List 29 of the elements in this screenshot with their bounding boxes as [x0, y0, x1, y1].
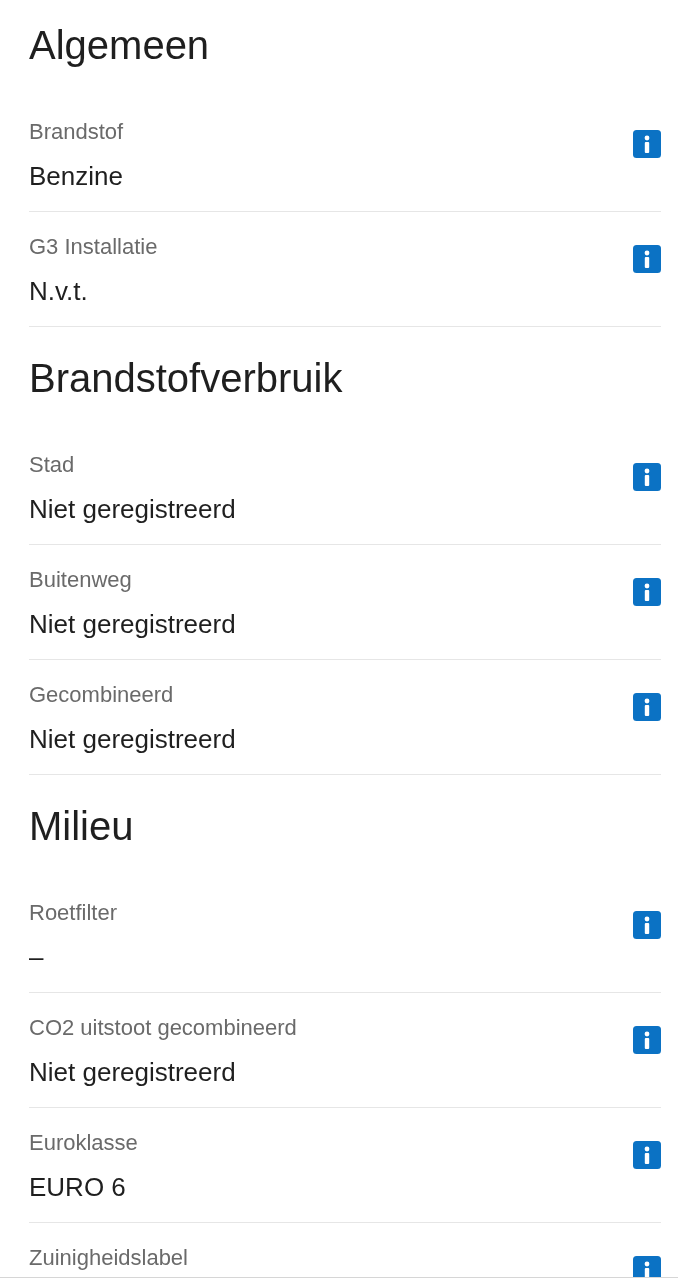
info-icon[interactable]	[633, 578, 661, 606]
info-icon[interactable]	[633, 693, 661, 721]
field-value: EURO 6	[29, 1171, 126, 1204]
field-value: Benzine	[29, 160, 123, 193]
info-icon[interactable]	[633, 463, 661, 491]
info-icon[interactable]	[633, 911, 661, 939]
field-label: Stad	[29, 452, 75, 478]
section-heading: Algemeen	[29, 22, 210, 69]
info-icon[interactable]	[633, 1141, 661, 1169]
field-value: –	[29, 941, 44, 974]
field-value: Niet geregistreerd	[29, 608, 236, 641]
info-icon[interactable]	[633, 130, 661, 158]
field-label: G3 Installatie	[29, 234, 158, 260]
field-label: Gecombineerd	[29, 682, 174, 708]
field-label: Euroklasse	[29, 1130, 138, 1156]
section-heading: Milieu	[29, 803, 134, 850]
info-icon[interactable]	[633, 1026, 661, 1054]
field-label: CO2 uitstoot gecombineerd	[29, 1015, 297, 1041]
field-label: Brandstof	[29, 119, 124, 145]
field-value: N.v.t.	[29, 275, 88, 308]
field-label: Roetfilter	[29, 900, 118, 926]
field-value: Niet geregistreerd	[29, 723, 236, 756]
section-heading: Brandstofverbruik	[29, 355, 343, 402]
field-label: Buitenweg	[29, 567, 132, 593]
field-value: Niet geregistreerd	[29, 493, 236, 526]
field-value: Niet geregistreerd	[29, 1056, 236, 1089]
info-icon[interactable]	[633, 245, 661, 273]
field-label: Zuinigheidslabel	[29, 1245, 188, 1271]
info-icon[interactable]	[633, 1256, 661, 1277]
